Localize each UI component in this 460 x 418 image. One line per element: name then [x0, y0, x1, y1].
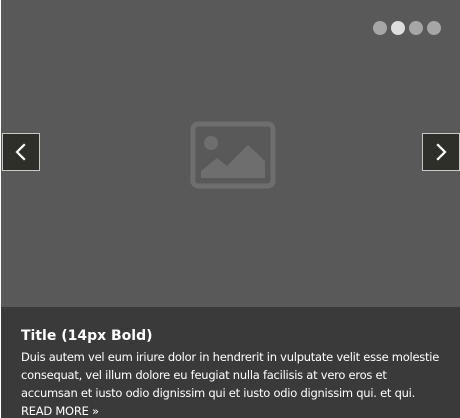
pagination-dot-2[interactable] — [391, 21, 405, 35]
chevron-left-icon — [15, 143, 26, 161]
pagination-dot-1[interactable] — [373, 21, 387, 35]
pagination-dot-4[interactable] — [427, 21, 441, 35]
image-placeholder-icon — [190, 121, 276, 189]
slide-caption: Title (14px Bold) Duis autem vel eum iri… — [1, 307, 460, 418]
pagination-dot-3[interactable] — [409, 21, 423, 35]
previous-slide-button[interactable] — [2, 133, 40, 171]
image-slider: Title (14px Bold) Duis autem vel eum iri… — [1, 0, 460, 418]
pagination-dots — [373, 21, 441, 35]
next-slide-button[interactable] — [422, 133, 460, 171]
read-more-link[interactable]: READ MORE » — [21, 404, 99, 418]
caption-text: Duis autem vel eum iriure dolor in hendr… — [21, 348, 440, 418]
chevron-right-icon — [436, 143, 447, 161]
caption-title: Title (14px Bold) — [21, 328, 153, 344]
caption-body: Duis autem vel eum iriure dolor in hendr… — [21, 350, 440, 400]
